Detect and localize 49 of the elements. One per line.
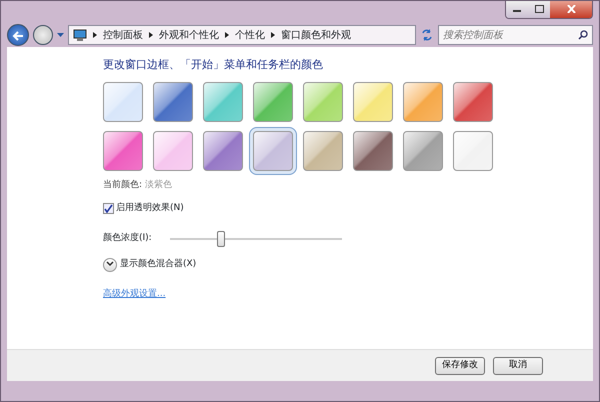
control-panel-icon [73, 29, 87, 41]
maximize-button[interactable] [528, 1, 550, 18]
chevron-icon [149, 32, 153, 38]
forward-button[interactable] [33, 25, 53, 45]
color-swatch[interactable] [153, 130, 193, 170]
dropdown-icon[interactable] [57, 33, 64, 37]
color-swatch[interactable] [203, 130, 243, 170]
search-field[interactable]: 搜索控制面板 [438, 25, 593, 45]
color-swatch[interactable] [103, 130, 143, 170]
color-swatch[interactable] [453, 82, 493, 122]
back-button[interactable] [7, 24, 29, 46]
chevron-icon [225, 32, 229, 38]
address-bar[interactable]: 控制面板 外观和个性化 个性化 窗口颜色和外观 [68, 25, 416, 45]
color-swatch[interactable] [403, 130, 443, 170]
refresh-icon[interactable] [420, 28, 434, 42]
current-color-value: 淡紫色 [144, 180, 172, 190]
color-swatch[interactable] [203, 82, 243, 122]
close-icon [566, 4, 576, 13]
breadcrumb-item[interactable]: 窗口颜色和外观 [281, 28, 351, 42]
color-swatch[interactable] [153, 82, 193, 122]
close-button[interactable] [550, 1, 592, 18]
back-arrow-icon [12, 30, 24, 41]
color-swatch[interactable] [353, 130, 393, 170]
save-button[interactable]: 保存修改 [435, 356, 485, 374]
color-swatch[interactable] [303, 82, 343, 122]
advanced-settings-link[interactable]: 高级外观设置... [103, 288, 166, 298]
chevron-down-icon [106, 261, 114, 268]
expand-button[interactable] [103, 258, 117, 272]
color-swatch[interactable] [103, 82, 143, 122]
checkbox[interactable] [103, 203, 114, 214]
breadcrumb-item[interactable]: 个性化 [235, 28, 265, 42]
maximize-icon [534, 4, 544, 13]
checkbox-label: 启用透明效果(N) [116, 202, 184, 215]
color-swatch[interactable] [403, 82, 443, 122]
expander-label: 显示颜色混合器(X) [120, 258, 196, 271]
slider-label: 颜色浓度(I): [103, 232, 152, 245]
color-swatch[interactable] [353, 82, 393, 122]
color-swatch[interactable] [253, 82, 293, 122]
minimize-button[interactable] [506, 1, 528, 18]
current-color-label: 当前颜色: [103, 180, 142, 190]
slider-thumb[interactable] [217, 230, 226, 246]
breadcrumb-item[interactable]: 外观和个性化 [159, 28, 219, 42]
cancel-button[interactable]: 取消 [493, 356, 543, 374]
chevron-icon [271, 32, 275, 38]
breadcrumb-item[interactable]: 控制面板 [103, 28, 143, 42]
color-swatch[interactable] [453, 130, 493, 170]
color-swatch[interactable] [303, 130, 343, 170]
chevron-icon [93, 32, 97, 38]
page-heading: 更改窗口边框、「开始」菜单和任务栏的颜色 [103, 57, 324, 73]
